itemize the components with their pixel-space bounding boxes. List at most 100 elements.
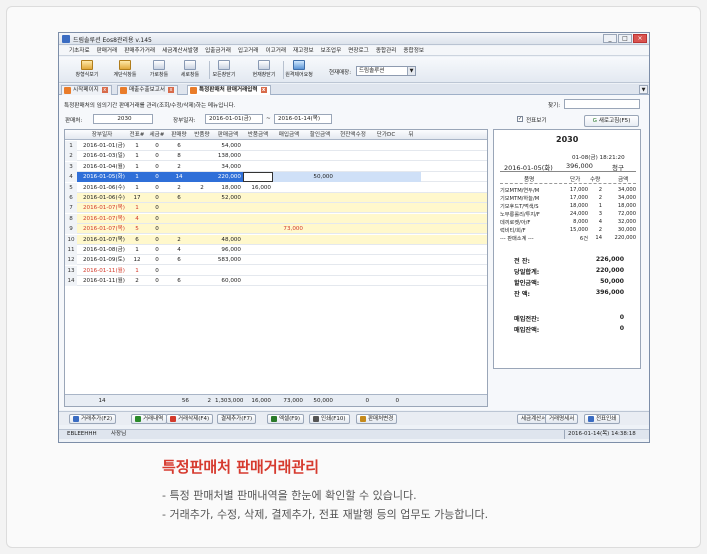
grid-header-cell[interactable]: 뒤: [401, 130, 421, 140]
tab-item[interactable]: 매출수출보고서 x: [117, 85, 179, 95]
grid-header-cell[interactable]: 세금#: [147, 130, 167, 140]
action-button[interactable]: 전표인쇄: [584, 414, 621, 424]
grid-cell: 0: [155, 215, 159, 222]
chevron-down-icon: ▼: [407, 67, 415, 75]
menu-item[interactable]: 보조업무: [321, 46, 342, 55]
tab-close-icon[interactable]: x: [260, 86, 267, 93]
tab-close-icon[interactable]: x: [101, 86, 108, 93]
tab-item[interactable]: 시작페이지 x: [61, 85, 112, 95]
grid-cell: 2016-01-06(수): [82, 184, 125, 191]
grid-cell: [243, 214, 273, 224]
menu-item[interactable]: 면장로그: [348, 46, 369, 55]
grid-cell: [305, 183, 335, 193]
table-row[interactable]: 12 2016-01-09(토) 12 0 6 583,000: [65, 255, 487, 266]
grid-header-cell[interactable]: 반품금액: [243, 130, 273, 140]
action-button[interactable]: 거래삭제(F4): [166, 414, 214, 424]
menu-item[interactable]: 판매추가거래: [124, 46, 155, 55]
action-button[interactable]: 결제추가(F7): [217, 414, 257, 424]
receipt-subtotal-cell: --- 판매소계 ---: [500, 236, 534, 242]
toolbar-button[interactable]: 창형식보기: [69, 59, 105, 81]
toolbar-button[interactable]: 모든창닫기: [206, 59, 242, 81]
grid-cell: [335, 255, 371, 265]
table-row[interactable]: 13 2016-01-11(월) 1 0: [65, 265, 487, 276]
table-row[interactable]: 8 2016-01-07(목) 4 0: [65, 213, 487, 224]
grid-cell: 1: [135, 267, 139, 274]
table-row[interactable]: 4 2016-01-05(화) 1 0 14 220,000 50,000: [65, 172, 487, 183]
table-row[interactable]: 2 2016-01-03(일) 1 0 8 138,000: [65, 151, 487, 162]
table-row[interactable]: 11 2016-01-08(금) 1 0 4 96,000: [65, 245, 487, 255]
menu-item[interactable]: 입출금거래: [205, 46, 231, 55]
table-row[interactable]: 14 2016-01-11(월) 2 0 6 60,000: [65, 276, 487, 287]
grid-cell: 6: [135, 236, 139, 243]
grid-header-cell[interactable]: 전표#: [127, 130, 147, 140]
minimize-button[interactable]: _: [603, 34, 617, 43]
status-bar: EBLEEHHH 사장님 2016-01-14(목) 14:38:18: [59, 429, 649, 439]
table-row[interactable]: 10 2016-01-07(목) 6 0 2 48,000: [65, 234, 487, 245]
menu-item[interactable]: 재고정보: [293, 46, 314, 55]
menu-item[interactable]: 종합정보: [403, 46, 424, 55]
toolbar-button[interactable]: 계단식창틀: [107, 59, 143, 81]
table-row[interactable]: 9 2016-01-07(목) 5 0 73,000: [65, 224, 487, 235]
grid-cell: 52,000: [221, 195, 241, 201]
table-row[interactable]: 1 2016-01-01(금) 1 0 6 54,000: [65, 141, 487, 151]
table-row[interactable]: 6 2016-01-06(수) 17 0 6 52,000: [65, 193, 487, 203]
grid-header-cell[interactable]: 판매량: [167, 130, 191, 140]
receipt-buy-value: 0: [619, 314, 624, 321]
seller-label: 판매처:: [65, 118, 83, 124]
search-input[interactable]: [564, 99, 640, 109]
current-store-select[interactable]: 드림솔루션 ▼: [356, 66, 416, 76]
grid-header-cell[interactable]: 반품량: [191, 130, 213, 140]
grid-cell: [273, 255, 305, 265]
table-row[interactable]: 3 2016-01-04(월) 1 0 2 34,000: [65, 161, 487, 172]
action-button[interactable]: 인쇄(F10): [309, 414, 350, 424]
action-button[interactable]: 판매처변경: [356, 414, 398, 424]
menu-item[interactable]: 입고거래: [238, 46, 259, 55]
grid-cell: [401, 203, 421, 213]
close-button[interactable]: ×: [633, 34, 647, 43]
receipt-buy-value: 0: [619, 325, 624, 332]
grid-cell: 8: [65, 213, 77, 224]
receipt-printed-at: 01-08(금) 18:21:20: [572, 155, 625, 161]
grid-header-cell[interactable]: 판매금액: [213, 130, 243, 140]
action-button[interactable]: 엑셀(F9): [267, 414, 305, 424]
menu-item[interactable]: 종합관리: [376, 46, 397, 55]
grid-cell: 73,000: [283, 226, 303, 233]
table-row[interactable]: 7 2016-01-07(목) 1 0: [65, 203, 487, 214]
grid-header-cell[interactable]: 장부일자: [77, 130, 127, 140]
date-to-input[interactable]: 2016-01-14(목): [274, 114, 332, 124]
menu-item[interactable]: 세금계산서발행: [162, 46, 198, 55]
grid-header-cell[interactable]: 매입금액: [273, 130, 305, 140]
action-button[interactable]: 거래명세서: [545, 414, 579, 424]
tab-close-icon[interactable]: x: [168, 86, 175, 93]
grid-cell: [191, 214, 213, 224]
refresh-button[interactable]: G 새로고침(F5): [584, 115, 639, 127]
grid-header-cell[interactable]: 단가DC: [371, 130, 401, 140]
table-row[interactable]: 5 2016-01-06(수) 1 0 2 2 18,000 16,000: [65, 182, 487, 193]
grid-footer-cell: 0: [365, 398, 369, 404]
grid-header-cell[interactable]: 현잔액수정: [335, 130, 371, 140]
toolbar-button[interactable]: 원격제어요청: [281, 59, 317, 81]
grid-header-cell[interactable]: 할인금액: [305, 130, 335, 140]
menu-item[interactable]: 기초자료: [69, 46, 90, 55]
grid-footer-cell: 0: [395, 398, 399, 404]
grid-header-cell[interactable]: [65, 130, 77, 140]
toolbar-button[interactable]: 세로창틀: [172, 59, 208, 81]
menu-item[interactable]: 이고거래: [265, 46, 286, 55]
menu-item[interactable]: 판매거래: [97, 46, 118, 55]
action-button-label: 전표인쇄: [596, 416, 617, 422]
maximize-button[interactable]: □: [618, 34, 632, 43]
print-preview-checkbox[interactable]: ✓: [517, 116, 523, 122]
grid-cell: [371, 172, 401, 183]
tab-list-dropdown[interactable]: ▼: [639, 85, 648, 94]
date-from-input[interactable]: 2016-01-01(금): [205, 114, 263, 124]
receipt-item-cell: 8,000: [573, 219, 588, 225]
tab-item[interactable]: 특정판매처 판매거래입력 x: [187, 85, 271, 95]
grid-cell: [401, 183, 421, 193]
action-button[interactable]: 거래내역: [131, 414, 168, 424]
toolbar-button[interactable]: 현재창닫기: [246, 59, 282, 81]
grid-cell: 10: [65, 234, 77, 245]
action-button[interactable]: 거래추가(F2): [69, 414, 117, 424]
toolbar-button-label: 창형식보기: [75, 72, 99, 78]
seller-input[interactable]: 2030: [93, 114, 153, 124]
tab-icon: [190, 87, 197, 94]
